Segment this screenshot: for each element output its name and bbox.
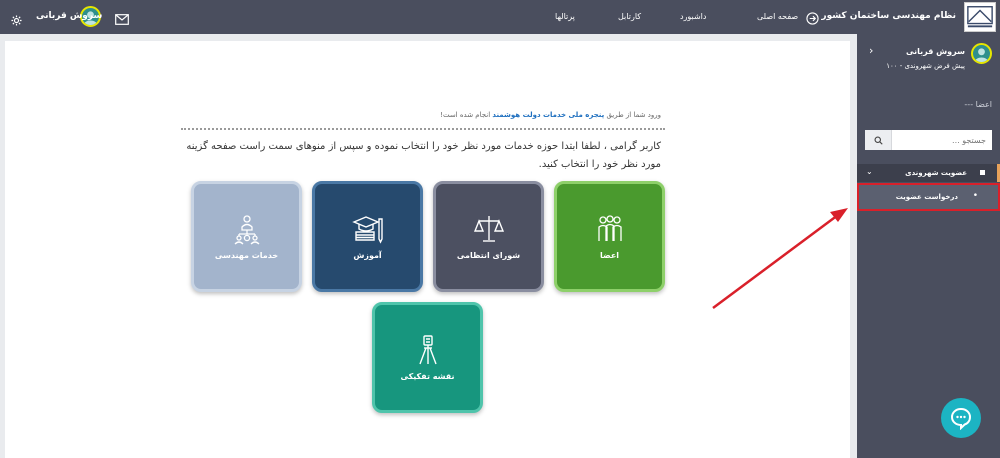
sidebar-subitem-label: درخواست عضویت — [895, 193, 958, 201]
org-logo-icon — [967, 6, 993, 28]
nav-portals[interactable]: پرتالها — [555, 12, 575, 21]
sidebar-user-avatar — [971, 43, 992, 64]
tile-label: اعضا — [599, 251, 620, 260]
org-name: نظام مهندسی ساختمان کشور — [821, 11, 956, 21]
tile-label: نقشه تفکیکی — [400, 372, 455, 381]
nav-cartable[interactable]: کارتابل — [618, 12, 641, 21]
sidebar-search-input[interactable] — [892, 130, 992, 150]
search-button[interactable] — [865, 130, 892, 150]
square-bullet-icon — [980, 170, 985, 175]
main-content: ورود شما از طریق پنجره ملی خدمات دولت هو… — [5, 41, 850, 458]
chevron-down-icon: ⌄ — [866, 167, 873, 176]
login-notice-suffix: انجام شده است! — [440, 111, 491, 119]
login-notice-prefix: ورود شما از طریق — [606, 111, 661, 119]
sidebar-user-plan: پیش فرض شهروندی - ۱۰۰ — [886, 62, 965, 70]
tile-members[interactable]: اعضا — [554, 181, 665, 292]
engineering-services-icon — [234, 215, 259, 245]
survey-tripod-icon — [418, 335, 437, 365]
nav-dashboard[interactable]: داشبورد — [680, 12, 706, 21]
top-bar: نظام مهندسی ساختمان کشور صفحه اصلی داشبو… — [0, 0, 1000, 34]
login-notice: ورود شما از طریق پنجره ملی خدمات دولت هو… — [440, 111, 661, 119]
search-icon — [873, 135, 883, 145]
tile-label: خدمات مهندسی — [214, 251, 279, 260]
sidebar-item-citizen-membership[interactable]: عضویت شهروندی ⌄ — [857, 164, 1000, 182]
tile-disciplinary-council[interactable]: شورای انتظامی — [433, 181, 544, 292]
chat-bubble-icon — [950, 407, 972, 430]
members-icon — [597, 215, 622, 241]
tile-label: آموزش — [353, 251, 382, 260]
scales-icon — [473, 216, 504, 242]
sidebar-collapse-chevron-icon[interactable]: › — [869, 44, 873, 57]
tile-engineering-services[interactable]: خدمات مهندسی — [191, 181, 302, 292]
sidebar-user-name: سروش قربانی — [906, 47, 965, 56]
education-icon — [351, 216, 383, 244]
mail-icon[interactable] — [115, 10, 129, 25]
sidebar-search — [865, 130, 992, 150]
org-logo[interactable] — [964, 2, 996, 32]
settings-gear-icon[interactable] — [11, 11, 22, 26]
tile-subdivision-map[interactable]: نقشه تفکیکی — [372, 302, 483, 413]
sidebar-subitem-membership-request[interactable]: • درخواست عضویت — [857, 183, 1000, 211]
tile-education[interactable]: آموزش — [312, 181, 423, 292]
sidebar-item-label: عضویت شهروندی — [905, 169, 967, 177]
nav-home[interactable]: صفحه اصلی — [757, 12, 798, 21]
sidebar-toggle-icon[interactable] — [806, 10, 819, 25]
bullet-icon: • — [972, 191, 978, 201]
tile-label: شورای انتظامی — [456, 251, 521, 260]
sidebar-section-title: --- اعضا — [964, 100, 992, 109]
dotted-divider — [181, 128, 665, 130]
right-sidebar: › سروش قربانی پیش فرض شهروندی - ۱۰۰ --- … — [857, 34, 1000, 458]
chat-support-button[interactable] — [941, 398, 981, 438]
user-name-top[interactable]: سروش قربانی — [36, 11, 102, 21]
smart-gov-window-link[interactable]: پنجره ملی خدمات دولت هوشمند — [492, 111, 604, 119]
intro-text: کاربر گرامی ، لطفا ابتدا حوزه خدمات مورد… — [186, 141, 661, 170]
